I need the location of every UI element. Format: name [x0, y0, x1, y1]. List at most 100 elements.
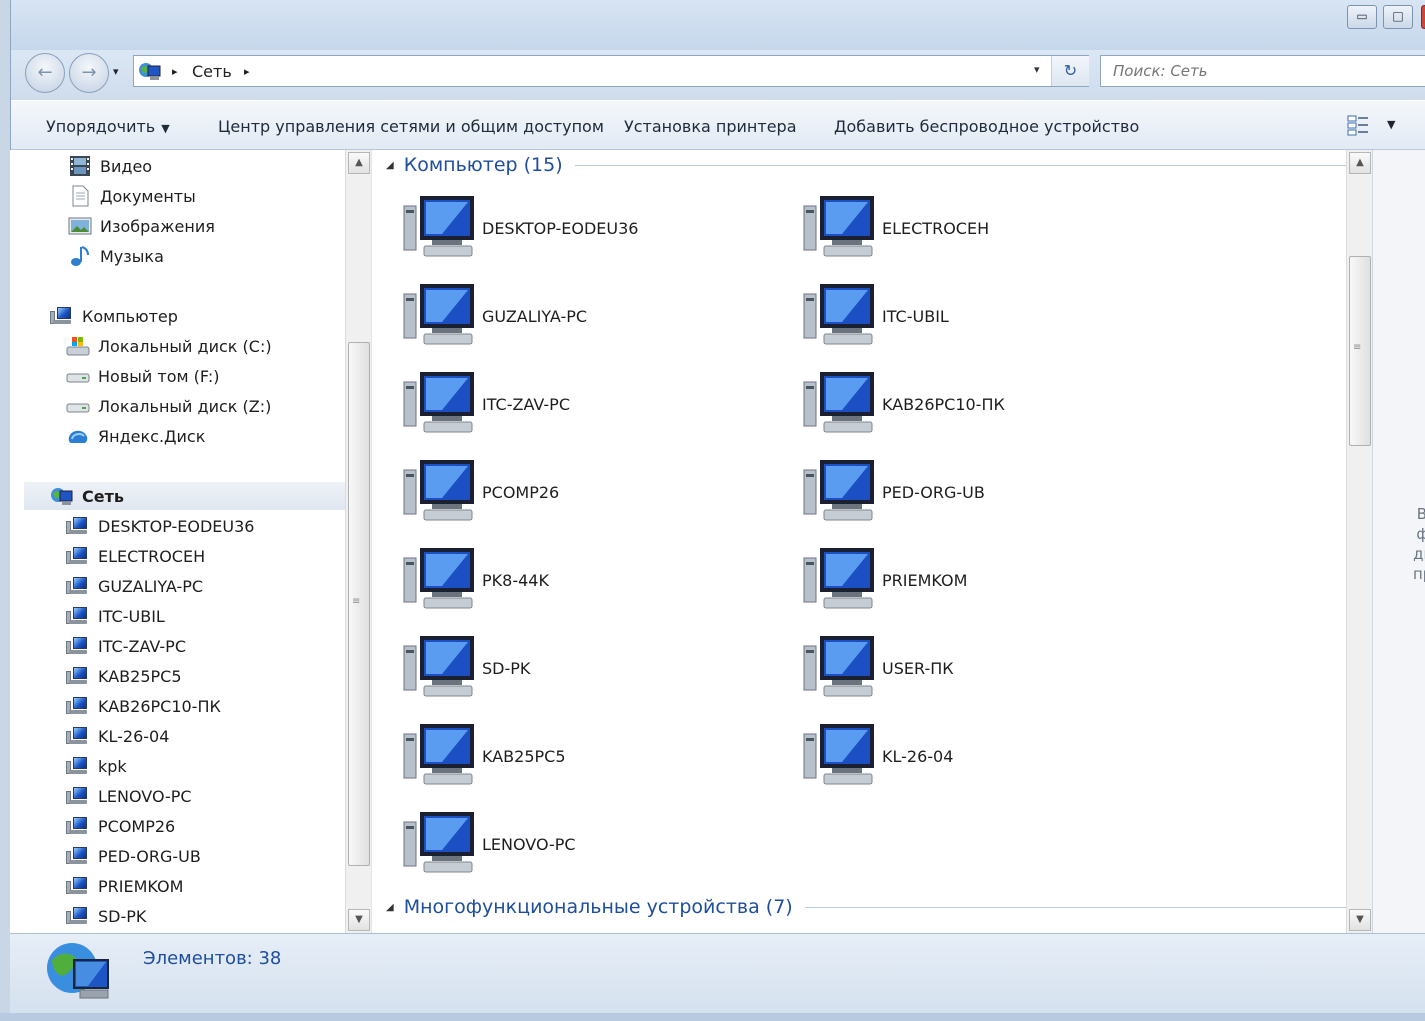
group-header-mfp[interactable]: ◢ Многофункциональные устройства (7) — [386, 896, 1373, 918]
computer-tile[interactable]: PCOMP26 — [402, 454, 792, 530]
group-header-computers[interactable]: ◢ Компьютер (15) — [386, 154, 1355, 176]
add-printer-button[interactable]: Установка принтера — [624, 117, 797, 136]
computer-name: PED-ORG-UB — [882, 482, 985, 502]
computer-tile[interactable]: USER-ПК — [802, 630, 1192, 706]
computer-icon — [66, 515, 90, 537]
computer-tile[interactable]: GUZALIYA-PC — [402, 278, 792, 354]
nav-item-host[interactable]: GUZALIYA-PC — [66, 572, 203, 600]
nav-item-host[interactable]: DESKTOP-EODEU36 — [66, 512, 254, 540]
nav-item-yandex-disk[interactable]: Яндекс.Диск — [66, 422, 205, 450]
drive-icon — [66, 365, 90, 387]
recent-pages-dropdown[interactable]: ▾ — [113, 65, 119, 78]
preview-pane: Выбе файл двари просм — [1372, 150, 1425, 933]
computer-name: ITC-ZAV-PC — [482, 394, 570, 414]
nav-item-host[interactable]: ITC-ZAV-PC — [66, 632, 186, 660]
computer-name: PRIEMKOM — [882, 570, 968, 590]
nav-item-label: GUZALIYA-PC — [98, 576, 204, 596]
add-wireless-device-button[interactable]: Добавить беспроводное устройство — [834, 117, 1139, 136]
computer-icon — [66, 755, 90, 777]
nav-item-drive-c[interactable]: Локальный диск (C:) — [66, 332, 272, 360]
nav-item-label: Яндекс.Диск — [98, 426, 206, 446]
chevron-down-icon: ▼ — [161, 122, 170, 135]
computer-tile[interactable]: KL-26-04 — [802, 718, 1192, 794]
computer-tile[interactable]: ELECTROCEH — [802, 190, 1192, 266]
collapse-arrow-icon[interactable]: ◢ — [386, 902, 394, 913]
nav-item-host[interactable]: KAB25PC5 — [66, 662, 182, 690]
address-dropdown-icon[interactable]: ▾ — [1034, 63, 1040, 76]
organize-menu[interactable]: Упорядочить ▼ — [46, 117, 170, 136]
computer-tile[interactable]: SD-PK — [402, 630, 792, 706]
item-count: Элементов: 38 — [143, 948, 282, 969]
computer-tile[interactable]: DESKTOP-EODEU36 — [402, 190, 792, 266]
nav-item-label: Музыка — [100, 246, 164, 266]
close-button[interactable] — [1421, 5, 1425, 29]
computer-tile[interactable]: PK8-44K — [402, 542, 792, 618]
address-bar[interactable]: ▸ Сеть ▸ ▾ ↻ — [133, 55, 1089, 87]
pictures-library-icon — [68, 215, 92, 237]
nav-item-video[interactable]: Видео — [68, 152, 152, 180]
computer-tile[interactable]: ITC-ZAV-PC — [402, 366, 792, 442]
view-options-dropdown[interactable]: ▼ — [1387, 118, 1395, 131]
search-input[interactable] — [1101, 56, 1425, 86]
nav-item-label: Локальный диск (Z:) — [98, 396, 272, 416]
scroll-up-button[interactable]: ▲ — [348, 152, 370, 174]
breadcrumb-network[interactable]: Сеть — [192, 62, 232, 81]
nav-item-host[interactable]: PRIEMKOM — [66, 872, 183, 900]
title-bar: ▭ □ — [11, 0, 1425, 50]
nav-item-host[interactable]: KL-26-04 — [66, 722, 169, 750]
network-icon — [50, 485, 74, 507]
breadcrumb-separator[interactable]: ▸ — [244, 65, 250, 78]
nav-item-network[interactable]: Сеть — [24, 482, 345, 510]
change-view-icon[interactable] — [1347, 114, 1371, 138]
back-button[interactable]: ← — [25, 53, 65, 93]
nav-item-computer[interactable]: Компьютер — [50, 302, 178, 330]
content-pane: ◢ Компьютер (15) DESKTOP-EODEU36 ELECTROC… — [371, 150, 1373, 933]
scroll-down-button[interactable]: ▼ — [1349, 909, 1371, 931]
computer-tile[interactable]: LENOVO-PC — [402, 806, 792, 882]
computer-tile[interactable]: PRIEMKOM — [802, 542, 1192, 618]
minimize-button[interactable]: ▭ — [1347, 5, 1377, 29]
scroll-down-button[interactable]: ▼ — [348, 909, 370, 931]
network-computer-icon — [802, 368, 880, 440]
preview-line: просм — [1412, 565, 1425, 583]
breadcrumb-separator[interactable]: ▸ — [172, 65, 178, 78]
collapse-arrow-icon[interactable]: ◢ — [386, 160, 394, 171]
forward-button[interactable]: → — [69, 53, 109, 93]
nav-item-host[interactable]: kpk — [66, 752, 127, 780]
search-box[interactable] — [1100, 55, 1425, 87]
computer-tile[interactable]: KAB25PC5 — [402, 718, 792, 794]
nav-item-drive-f[interactable]: Новый том (F:) — [66, 362, 219, 390]
nav-item-host[interactable]: PCOMP26 — [66, 812, 175, 840]
nav-item-host[interactable]: ITC-UBIL — [66, 602, 165, 630]
content-scrollbar[interactable]: ▲ ≡ ▼ — [1346, 150, 1372, 933]
computer-icon — [66, 605, 90, 627]
navigation-scrollbar[interactable]: ▲ ≡ ▼ — [345, 150, 371, 933]
scroll-up-button[interactable]: ▲ — [1349, 152, 1371, 174]
nav-item-documents[interactable]: Документы — [68, 182, 196, 210]
network-center-button[interactable]: Центр управления сетями и общим доступом — [218, 117, 604, 136]
nav-item-label: PCOMP26 — [98, 816, 176, 836]
computer-name: KL-26-04 — [882, 746, 954, 766]
nav-item-label: KAB25PC5 — [98, 666, 182, 686]
nav-item-host[interactable]: PED-ORG-UB — [66, 842, 201, 870]
details-pane: Элементов: 38 — [10, 933, 1425, 1013]
documents-library-icon — [68, 185, 92, 207]
nav-item-host[interactable]: ELECTROCEH — [66, 542, 205, 570]
nav-item-music[interactable]: Музыка — [68, 242, 164, 270]
computer-name: ITC-UBIL — [882, 306, 949, 326]
refresh-button[interactable]: ↻ — [1051, 56, 1089, 86]
computer-tile[interactable]: ITC-UBIL — [802, 278, 1192, 354]
preview-line: Выбе — [1377, 504, 1425, 524]
nav-item-pictures[interactable]: Изображения — [68, 212, 215, 240]
nav-item-host[interactable]: SD-PK — [66, 902, 146, 930]
yandex-disk-icon — [66, 425, 90, 447]
maximize-button[interactable]: □ — [1383, 5, 1413, 29]
nav-item-host[interactable]: LENOVO-PC — [66, 782, 192, 810]
nav-item-label: kpk — [98, 756, 127, 776]
nav-item-drive-z[interactable]: Локальный диск (Z:) — [66, 392, 271, 420]
system-drive-icon — [66, 335, 90, 357]
nav-item-label: SD-PK — [98, 906, 147, 926]
computer-tile[interactable]: PED-ORG-UB — [802, 454, 1192, 530]
nav-item-host[interactable]: KAB26PC10-ПК — [66, 692, 221, 720]
computer-tile[interactable]: KAB26PC10-ПК — [802, 366, 1192, 442]
